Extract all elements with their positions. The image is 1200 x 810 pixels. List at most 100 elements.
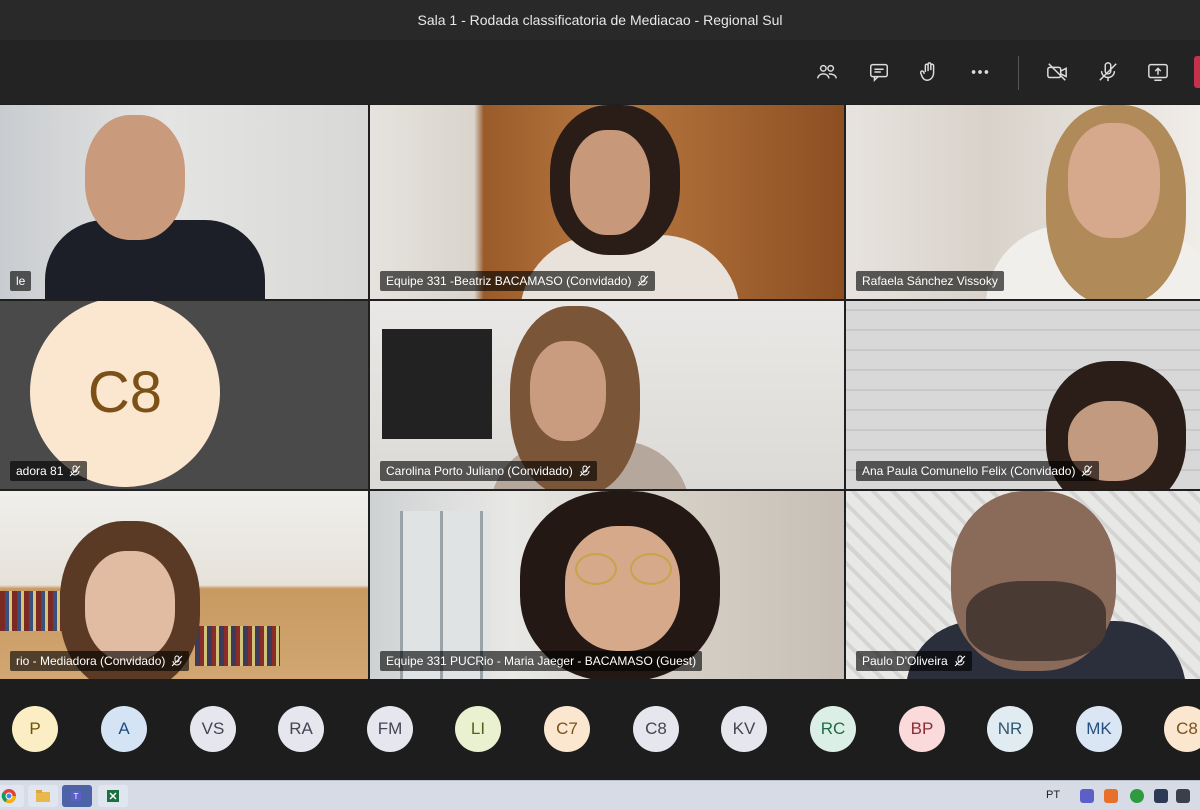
bookshelf-books [195,626,280,666]
participant-name: le [16,274,26,288]
participant-avatar[interactable]: VS [190,706,236,752]
mic-muted-icon [70,465,81,477]
participant-avatar[interactable]: BP [899,706,945,752]
avatar-initials: KV [732,719,756,738]
participant-avatar[interactable]: RC [810,706,856,752]
participant-label: Carolina Porto Juliano (Convidado) [380,461,597,481]
leave-button[interactable] [1194,56,1200,88]
camera-off-icon[interactable] [1042,57,1072,87]
video-tile[interactable]: Rafaela Sánchez Vissoky [846,105,1200,299]
participant-avatar[interactable]: P [12,706,58,752]
avatar-initials: C8 [1176,719,1198,738]
avatar-initials: A [118,719,130,738]
status-tray-icon[interactable] [1130,789,1144,803]
participant-name: Ana Paula Comunello Felix (Convidado) [862,464,1076,478]
participant-label: Paulo D'Oliveira [856,651,972,671]
video-tile[interactable]: C8 adora 81 [0,301,368,489]
mic-muted-icon [579,465,591,477]
mic-muted-icon [1082,465,1093,477]
participant-label: Rafaela Sánchez Vissoky [856,271,1004,291]
toolbar-divider [1018,56,1019,90]
participant-avatar[interactable]: C8 [633,706,679,752]
avatar-initials: MK [1086,719,1112,738]
glasses-right [630,553,672,585]
avatar-initials: RC [820,719,846,738]
avatar-initials: FM [377,719,403,738]
participant-label: le [10,271,32,291]
participant-name: Rafaela Sánchez Vissoky [862,274,998,288]
avatar-initials: C8 [87,359,163,425]
windows-taskbar: T PT [0,780,1200,810]
window-title: Sala 1 - Rodada classificatoria de Media… [417,12,783,28]
avatar-initials: VS [201,719,225,738]
volume-icon[interactable] [1176,789,1190,803]
participant-label: Equipe 331 PUCRio - Maria Jaeger - BACAM… [380,651,703,671]
participant-avatar-strip: P A VS RA FM LI C7 C8 KV RC BP NR MK C8 [0,679,1200,780]
teams-icon[interactable]: T [62,785,92,807]
participant-avatar[interactable]: FM [367,706,413,752]
file-explorer-icon[interactable] [28,785,58,807]
svg-text:T: T [74,792,79,801]
participant-name: adora 81 [16,464,64,478]
chrome-icon[interactable] [0,785,24,807]
language-indicator[interactable]: PT [1046,789,1060,801]
avatar-initials: P [29,719,41,738]
video-tile[interactable]: le [0,105,368,299]
avatar-initials: C8 [645,719,667,738]
chat-icon[interactable] [864,57,894,87]
share-screen-icon[interactable] [1143,57,1173,87]
participant-face [1068,123,1160,238]
meeting-toolbar [0,40,1200,104]
participant-name: rio - Mediadora (Convidado) [16,654,166,668]
participant-avatar[interactable]: KV [721,706,767,752]
raise-hand-icon[interactable] [914,57,944,87]
participant-name: Paulo D'Oliveira [862,654,948,668]
participant-avatar[interactable]: C8 [1164,706,1200,752]
mic-muted-icon [172,655,183,667]
video-tile[interactable]: Paulo D'Oliveira [846,491,1200,679]
participant-avatar: C8 [30,301,220,487]
video-tile[interactable]: rio - Mediadora (Convidado) [0,491,368,679]
video-tile[interactable]: Equipe 331 -Beatriz BACAMASO (Convidado) [370,105,844,299]
participant-avatar[interactable]: C7 [544,706,590,752]
participant-name: Equipe 331 PUCRio - Maria Jaeger - BACAM… [386,654,697,668]
participant-avatar[interactable]: MK [1076,706,1122,752]
participant-face [85,551,175,661]
mic-muted-icon [954,655,966,667]
participant-avatar[interactable]: A [101,706,147,752]
window-title-bar: Sala 1 - Rodada classificatoria de Media… [0,0,1200,40]
participant-label: rio - Mediadora (Convidado) [10,651,190,671]
glasses-left [575,553,617,585]
video-tile[interactable]: Carolina Porto Juliano (Convidado) [370,301,844,489]
avatar-initials: C7 [556,719,578,738]
participant-face [530,341,606,441]
participant-avatar[interactable]: LI [455,706,501,752]
app-tray-icon[interactable] [1104,789,1118,803]
participant-label: Ana Paula Comunello Felix (Convidado) [856,461,1100,481]
more-options-icon[interactable] [965,57,995,87]
teams-tray-icon[interactable] [1080,789,1094,803]
avatar-initials: RA [289,719,313,738]
participant-face [570,130,650,235]
participant-avatar[interactable]: RA [278,706,324,752]
people-icon[interactable] [812,57,842,87]
participant-name: Equipe 331 -Beatriz BACAMASO (Convidado) [386,274,632,288]
video-tile[interactable]: Equipe 331 PUCRio - Maria Jaeger - BACAM… [370,491,844,679]
network-icon[interactable] [1154,789,1168,803]
participant-label: adora 81 [10,461,88,481]
participant-beard [966,581,1106,661]
avatar-initials: BP [910,719,934,738]
participant-label: Equipe 331 -Beatriz BACAMASO (Convidado) [380,271,656,291]
excel-icon[interactable] [98,785,128,807]
participant-face [565,526,680,651]
participant-face [85,115,185,240]
video-tile[interactable]: Ana Paula Comunello Felix (Convidado) [846,301,1200,489]
background-tv [382,329,492,439]
mic-muted-icon [638,275,649,287]
avatar-initials: LI [470,719,486,738]
avatar-initials: NR [997,719,1023,738]
video-grid: le Equipe 331 -Beatriz BACAMASO (Convida… [0,105,1200,679]
participant-avatar[interactable]: NR [987,706,1033,752]
participant-name: Carolina Porto Juliano (Convidado) [386,464,573,478]
mic-off-icon[interactable] [1093,57,1123,87]
